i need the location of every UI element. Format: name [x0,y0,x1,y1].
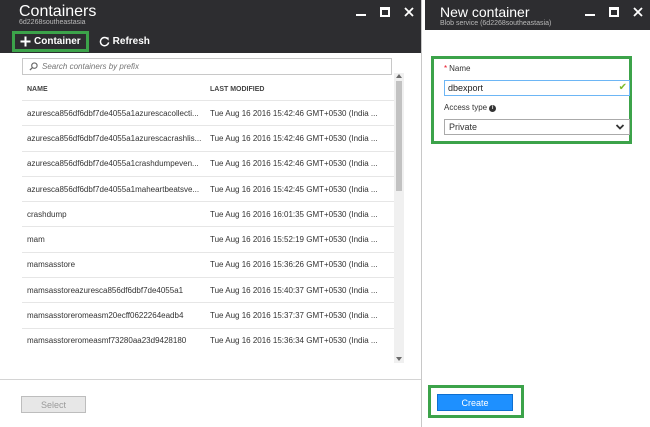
row-name: crashdump [27,209,67,219]
chevron-down-icon [615,124,625,130]
containers-blade: Containers 6d2268southeastasia Container… [0,0,422,427]
table-row[interactable]: azuresca856df6dbf7de4055a1maheartbeatsve… [22,175,394,201]
access-type-label: Access type i [444,103,497,112]
new-container-blade: New container Blob service (6d2268southe… [425,0,650,427]
new-container-blade-header: New container Blob service (6d2268southe… [425,0,650,30]
search-input[interactable] [42,62,391,71]
row-last-modified: Tue Aug 16 2016 15:42:46 GMT+0530 (India… [210,159,378,169]
refresh-button[interactable]: Refresh [96,34,153,49]
row-last-modified: Tue Aug 16 2016 16:01:35 GMT+0530 (India… [210,209,378,219]
search-icon [29,62,38,71]
row-last-modified: Tue Aug 16 2016 15:42:45 GMT+0530 (India… [210,184,378,194]
table-row[interactable]: mamsasstoreromeasmf73280aa23d9428180 Tue … [22,327,394,353]
row-name: mamsasstore [27,260,76,270]
row-name: azuresca856df6dbf7de4055a1azurescacollec… [27,108,199,118]
required-asterisk: * [444,64,448,73]
containers-table: NAME LAST MODIFIED azuresca856df6dbf7de4… [22,78,394,362]
scroll-up-icon[interactable] [396,74,402,78]
close-icon[interactable] [632,6,644,18]
info-icon[interactable]: i [489,105,497,112]
minimize-icon[interactable] [584,6,596,18]
row-last-modified: Tue Aug 16 2016 15:52:19 GMT+0530 (India… [210,235,378,245]
close-icon[interactable] [403,6,415,18]
create-button-highlight: Create [428,385,524,418]
refresh-label: Refresh [112,35,150,47]
table-header: NAME LAST MODIFIED [22,78,394,100]
create-button[interactable]: Create [437,394,513,411]
row-name: azuresca856df6dbf7de4055a1maheartbeatsve… [27,184,200,194]
add-container-button[interactable]: Container [12,30,89,52]
row-last-modified: Tue Aug 16 2016 15:42:46 GMT+0530 (India… [210,108,378,118]
add-container-label: Container [34,35,81,47]
blade-subtitle: Blob service (6d2268southeastasia) [440,20,552,27]
row-last-modified: Tue Aug 16 2016 15:36:34 GMT+0530 (India… [210,336,378,346]
footer-divider [0,379,421,380]
minimize-icon[interactable] [355,6,367,18]
containers-blade-header: Containers 6d2268southeastasia Container… [0,0,421,53]
access-type-value: Private [449,122,478,132]
row-name: mamsasstoreromeasm20ecff0622264eadb4 [27,311,184,321]
row-name: mamsasstoreromeasmf73280aa23d9428180 [27,336,187,346]
name-label: * Name [444,64,471,73]
table-row[interactable]: mamsasstore Tue Aug 16 2016 15:36:26 GMT+… [22,251,394,277]
table-row[interactable]: azuresca856df6dbf7de4055a1azurescacrashl… [22,125,394,150]
select-button[interactable]: Select [21,396,86,413]
name-input[interactable] [445,83,615,93]
blade-title: New container [440,4,530,20]
table-row[interactable]: mamsasstoreromeasm20ecff0622264eadb4 Tue … [22,302,394,327]
row-name: azuresca856df6dbf7de4055a1azurescacrashl… [27,133,202,143]
blade-subtitle: 6d2268southeastasia [19,19,86,26]
row-name: mamsasstoreazuresca856df6dbf7de4055a1 [27,285,184,295]
row-name: azuresca856df6dbf7de4055a1crashdumpeven.… [27,159,199,169]
new-container-form: *Name ✔ Access typei Private [431,56,632,144]
table-row[interactable]: crashdump Tue Aug 16 2016 16:01:35 GMT+05… [22,201,394,226]
window-controls [584,6,644,18]
refresh-icon [99,36,110,46]
maximize-icon[interactable] [608,6,620,18]
access-type-select[interactable]: Private [444,119,630,135]
column-header-last-modified: LAST MODIFIED [210,85,265,93]
table-row[interactable]: mamsasstoreazuresca856df6dbf7de4055a1 Tue… [22,277,394,302]
table-row[interactable]: azuresca856df6dbf7de4055a1crashdumpeven.… [22,150,394,176]
table-row[interactable]: azuresca856df6dbf7de4055a1azurescacollec… [22,100,394,125]
row-last-modified: Tue Aug 16 2016 15:37:37 GMT+0530 (India… [210,311,378,321]
column-header-name: NAME [27,85,48,93]
plus-icon [20,36,31,46]
table-scrollbar[interactable] [394,73,404,363]
row-name: mam [27,235,45,245]
row-last-modified: Tue Aug 16 2016 15:40:37 GMT+0530 (India… [210,285,378,295]
maximize-icon[interactable] [379,6,391,18]
checkmark-icon: ✔ [618,82,627,93]
window-controls [355,6,415,18]
search-box[interactable] [22,58,392,75]
name-field[interactable]: ✔ [444,80,630,96]
row-last-modified: Tue Aug 16 2016 15:36:26 GMT+0530 (India… [210,260,378,270]
table-row[interactable]: mam Tue Aug 16 2016 15:52:19 GMT+0530 (In… [22,226,394,251]
scroll-thumb[interactable] [396,81,402,191]
row-last-modified: Tue Aug 16 2016 15:42:46 GMT+0530 (India… [210,133,378,143]
scroll-down-icon[interactable] [396,357,402,361]
toolbar: Container Refresh [12,30,153,52]
